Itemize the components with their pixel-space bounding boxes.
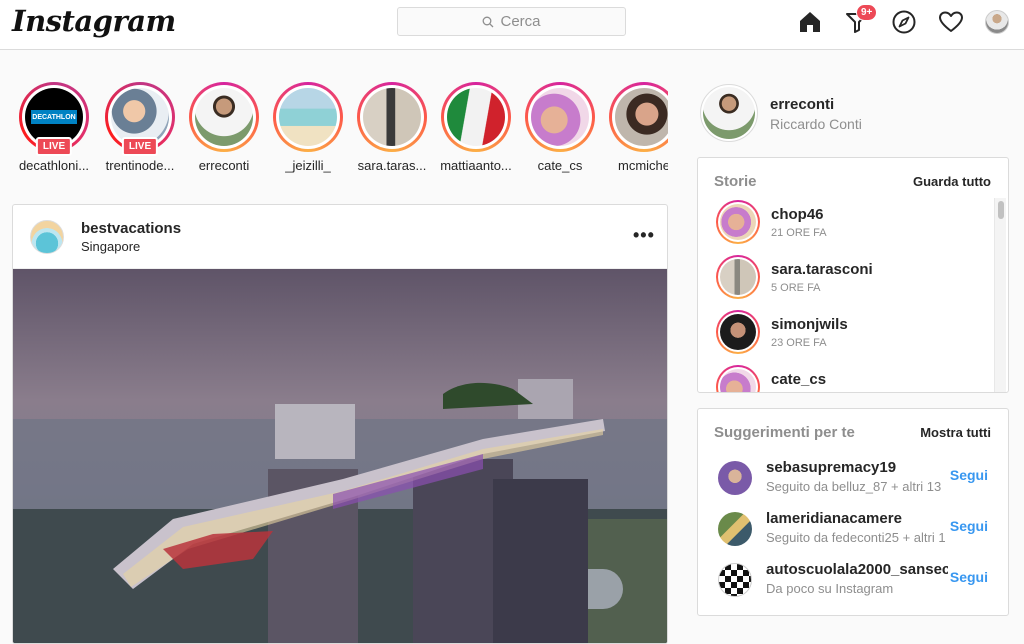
- scrollbar-thumb[interactable]: [998, 201, 1004, 219]
- follow-button[interactable]: Segui: [950, 569, 988, 585]
- stories-scrollbar[interactable]: [994, 198, 1006, 392]
- story-avatar: [615, 88, 668, 146]
- stories-panel-item[interactable]: cate_cs: [716, 365, 986, 392]
- post-author-username[interactable]: bestvacations: [81, 220, 181, 237]
- story-item[interactable]: cate_cs: [518, 80, 602, 173]
- stories-panel: Storie Guarda tutto chop46 21 ORE FA sar…: [697, 157, 1009, 393]
- story-username: cate_cs: [771, 371, 827, 388]
- post-location[interactable]: Singapore: [81, 239, 140, 254]
- story-username: erreconti: [198, 158, 250, 173]
- suggestion-avatar[interactable]: [718, 512, 752, 546]
- suggestion-avatar[interactable]: [718, 563, 752, 597]
- top-navigation-bar: Instagram Cerca 9+: [0, 0, 1024, 50]
- search-icon: [483, 16, 494, 27]
- notifications-badge: 9+: [856, 4, 878, 21]
- story-avatar: [531, 88, 589, 146]
- view-all-stories-link[interactable]: Guarda tutto: [913, 174, 991, 189]
- profile-avatar-nav[interactable]: [985, 10, 1009, 34]
- decathlon-logo: DECATHLON: [31, 110, 77, 124]
- suggestion-username[interactable]: sebasupremacy19: [766, 459, 948, 476]
- live-badge: LIVE: [121, 137, 159, 156]
- current-user-fullname: Riccardo Conti: [770, 116, 862, 132]
- stories-panel-item[interactable]: simonjwils 23 ORE FA: [716, 310, 986, 358]
- suggestion-subtitle: Da poco su Instagram: [766, 581, 894, 596]
- story-time: 21 ORE FA: [771, 227, 827, 239]
- suggestion-username[interactable]: lameridianacamere: [766, 510, 948, 527]
- suggestion-item: autoscuolala2000_sansecondo Da poco su I…: [718, 561, 998, 601]
- suggestion-item: lameridianacamere Seguito da fedeconti25…: [718, 510, 998, 550]
- post-author-avatar[interactable]: [30, 220, 64, 254]
- stories-panel-item[interactable]: chop46 21 ORE FA: [716, 200, 986, 248]
- follow-button[interactable]: Segui: [950, 467, 988, 483]
- stories-panel-item[interactable]: sara.tarasconi 5 ORE FA: [716, 255, 986, 303]
- story-avatar: [716, 365, 760, 392]
- more-options-icon[interactable]: •••: [633, 225, 655, 246]
- story-ring: [357, 82, 427, 152]
- follow-button[interactable]: Segui: [950, 518, 988, 534]
- story-username: chop46: [771, 206, 824, 223]
- story-username: mcmiche: [617, 158, 668, 173]
- story-avatar: [716, 255, 760, 299]
- story-item[interactable]: sara.taras...: [350, 80, 434, 173]
- story-time: 23 ORE FA: [771, 337, 827, 349]
- suggestion-avatar[interactable]: [718, 461, 752, 495]
- story-username: cate_cs: [537, 158, 583, 173]
- suggestion-subtitle: Seguito da belluz_87 + altri 13: [766, 479, 942, 494]
- story-username: _jeizilli_: [285, 158, 331, 173]
- story-avatar: [363, 88, 421, 146]
- stories-panel-title: Storie: [714, 173, 757, 190]
- current-user-username[interactable]: erreconti: [770, 96, 834, 113]
- story-avatar: [195, 88, 253, 146]
- story-item[interactable]: LIVE trentinode...: [98, 80, 182, 173]
- suggestion-subtitle: Seguito da fedeconti25 + altri 1: [766, 530, 946, 545]
- story-avatar: [716, 310, 760, 354]
- story-ring: [441, 82, 511, 152]
- story-username: sara.taras...: [357, 158, 427, 173]
- story-ring: [525, 82, 595, 152]
- live-badge: LIVE: [35, 137, 73, 156]
- story-item[interactable]: mcmiche: [602, 80, 668, 173]
- story-item[interactable]: mattiaanto...: [434, 80, 518, 173]
- story-username: simonjwils: [771, 316, 848, 333]
- home-icon[interactable]: [797, 9, 823, 35]
- post-image[interactable]: [13, 269, 668, 644]
- suggestions-panel-title: Suggerimenti per te: [714, 424, 855, 441]
- search-input[interactable]: Cerca: [397, 7, 626, 36]
- show-all-suggestions-link[interactable]: Mostra tutti: [920, 425, 991, 440]
- story-time: 5 ORE FA: [771, 282, 821, 294]
- current-user-avatar[interactable]: [700, 84, 758, 142]
- stories-tray: DECATHLON LIVE decathloni... LIVE trenti…: [12, 80, 668, 176]
- current-user-photo: [703, 87, 755, 139]
- heart-icon[interactable]: [938, 9, 964, 35]
- story-avatar: [279, 88, 337, 146]
- suggestions-panel: Suggerimenti per te Mostra tutti sebasup…: [697, 408, 1009, 616]
- story-avatar: [716, 200, 760, 244]
- story-username: trentinode...: [105, 158, 175, 173]
- story-username: sara.tarasconi: [771, 261, 873, 278]
- feed-post: bestvacations Singapore •••: [12, 204, 668, 644]
- story-ring: [609, 82, 668, 152]
- suggestion-item: sebasupremacy19 Seguito da belluz_87 + a…: [718, 459, 998, 499]
- story-item[interactable]: _jeizilli_: [266, 80, 350, 173]
- story-ring: [273, 82, 343, 152]
- search-placeholder: Cerca: [500, 13, 541, 30]
- story-item[interactable]: DECATHLON LIVE decathloni...: [12, 80, 96, 173]
- story-username: mattiaanto...: [440, 158, 512, 173]
- story-ring: [189, 82, 259, 152]
- explore-compass-icon[interactable]: [891, 9, 917, 35]
- story-item[interactable]: erreconti: [182, 80, 266, 173]
- story-avatar: [447, 88, 505, 146]
- post-header: bestvacations Singapore •••: [13, 205, 667, 269]
- story-username: decathloni...: [18, 158, 90, 173]
- suggestion-username[interactable]: autoscuolala2000_sansecondo: [766, 561, 948, 578]
- instagram-logo[interactable]: Instagram: [12, 4, 176, 38]
